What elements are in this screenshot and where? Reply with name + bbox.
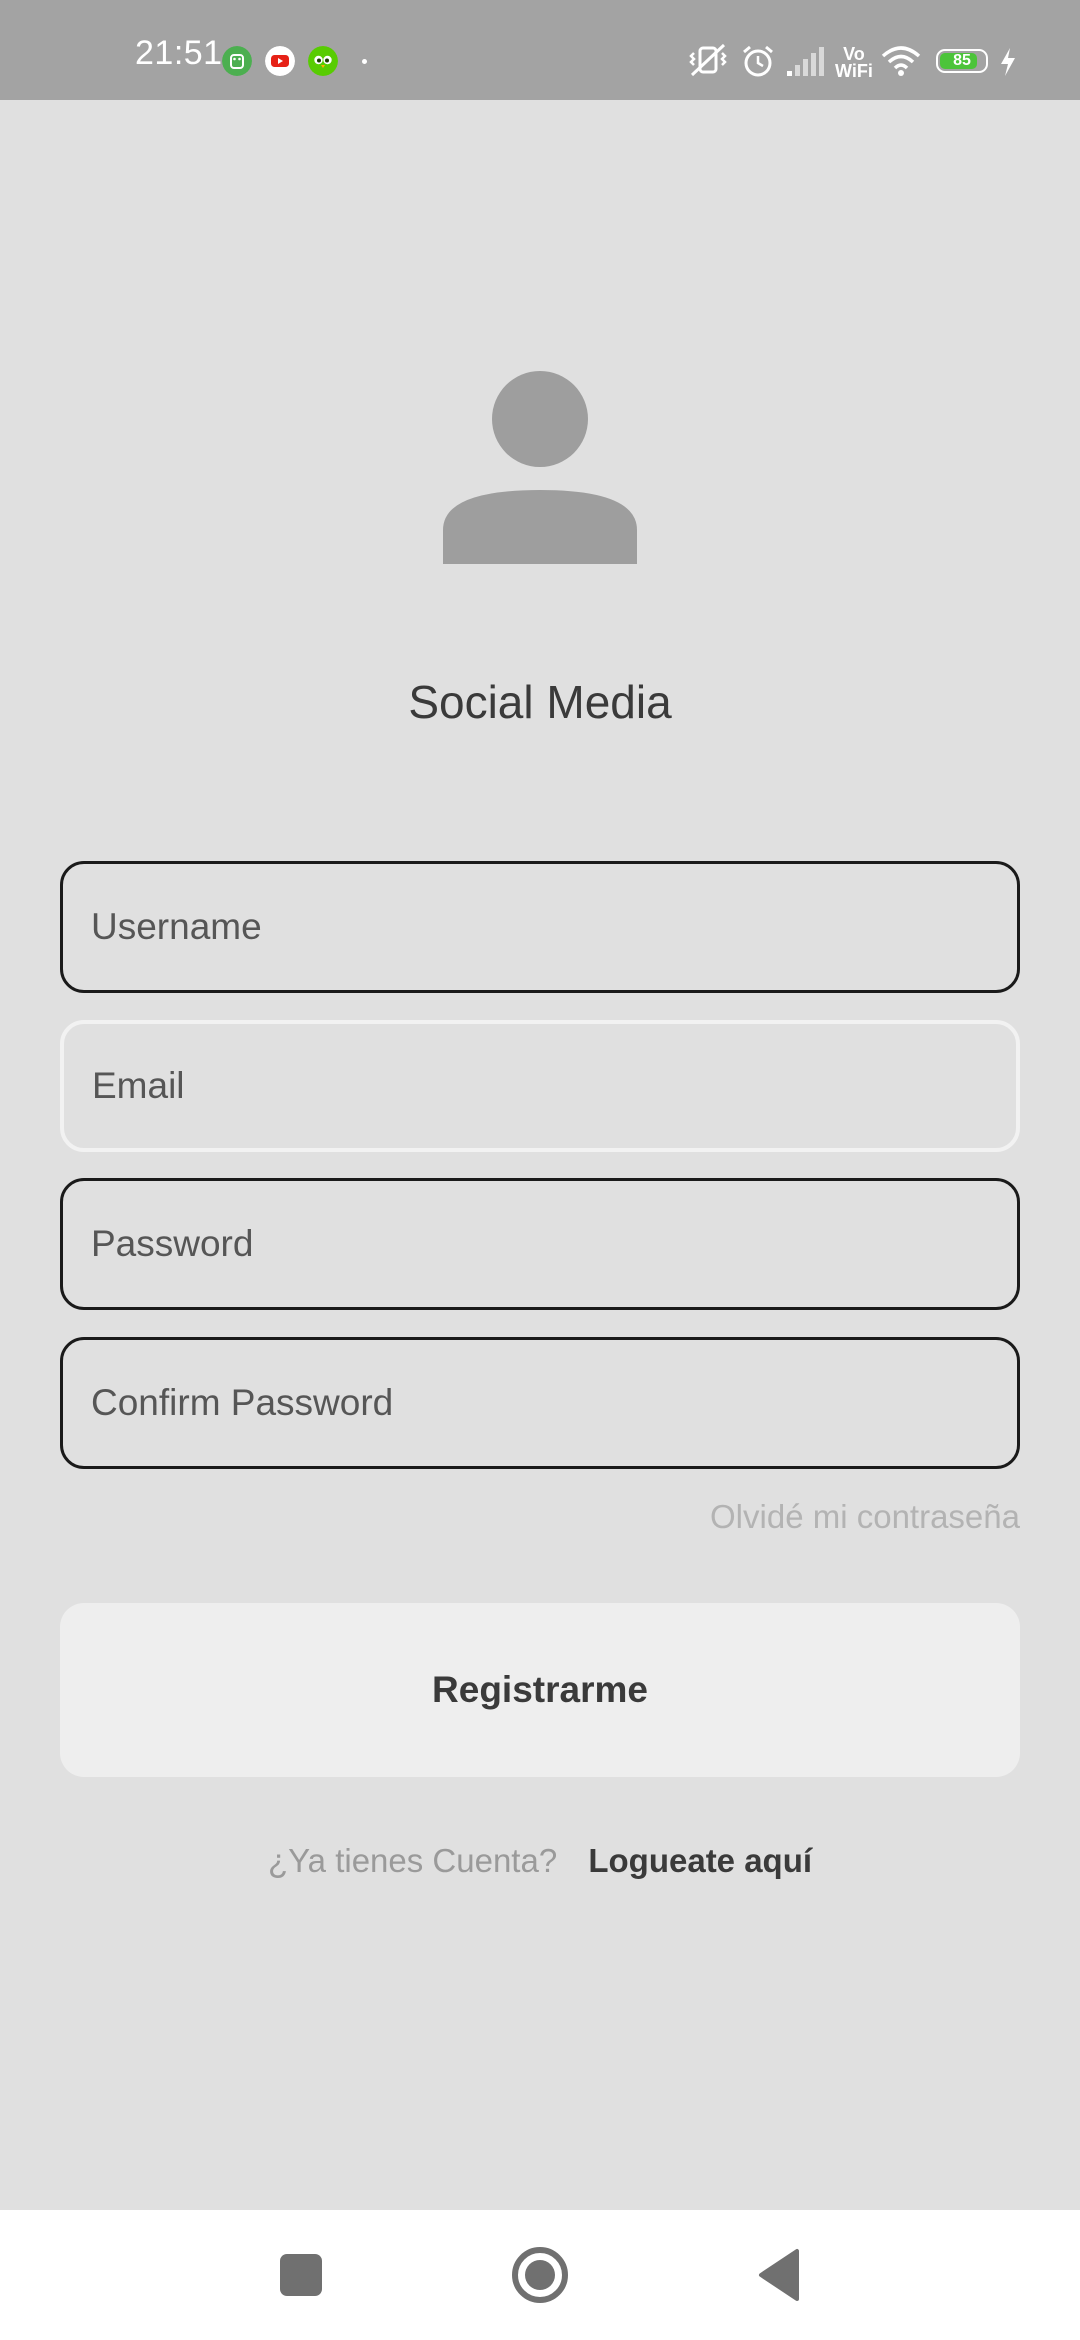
email-field[interactable]: [60, 1020, 1020, 1152]
recents-square-icon[interactable]: [266, 2240, 336, 2310]
login-prompt: ¿Ya tienes Cuenta?: [267, 1842, 558, 1879]
signal-icon: [787, 47, 824, 76]
person-icon: [443, 371, 637, 564]
register-button[interactable]: Registrarme: [60, 1603, 1020, 1777]
username-field[interactable]: [60, 861, 1020, 993]
app-title: Social Media: [408, 676, 672, 728]
charging-icon: [1001, 48, 1015, 76]
login-row: ¿Ya tienes Cuenta? Logueate aquí: [0, 1842, 1080, 1880]
back-triangle-icon[interactable]: [744, 2240, 814, 2310]
email-input[interactable]: [64, 1024, 1016, 1148]
notification-dot: [362, 59, 367, 64]
vowifi-label-bottom: WiFi: [835, 61, 873, 81]
vibrate-off-icon: [689, 43, 727, 77]
wifi-icon: [881, 46, 921, 76]
battery-level: 85: [953, 52, 971, 69]
login-link[interactable]: Logueate aquí: [588, 1842, 812, 1879]
status-bar: 21:51 Vo WiFi 85: [0, 0, 1080, 100]
vowifi-icon: Vo WiFi: [835, 45, 873, 81]
battery-icon: 85: [936, 49, 988, 73]
alarm-icon: [743, 45, 773, 77]
youtube-icon: [265, 46, 295, 76]
status-time: 21:51: [135, 34, 223, 72]
forgot-password-link[interactable]: Olvidé mi contraseña: [710, 1498, 1020, 1536]
confirm-password-input[interactable]: [63, 1340, 1017, 1466]
duolingo-icon: [308, 46, 338, 76]
confirm-password-field[interactable]: [60, 1337, 1020, 1469]
password-field[interactable]: [60, 1178, 1020, 1310]
android-debug-icon: [222, 46, 252, 76]
username-input[interactable]: [63, 864, 1017, 990]
home-circle-icon[interactable]: [505, 2240, 575, 2310]
navigation-bar: [0, 2210, 1080, 2340]
password-input[interactable]: [63, 1181, 1017, 1307]
